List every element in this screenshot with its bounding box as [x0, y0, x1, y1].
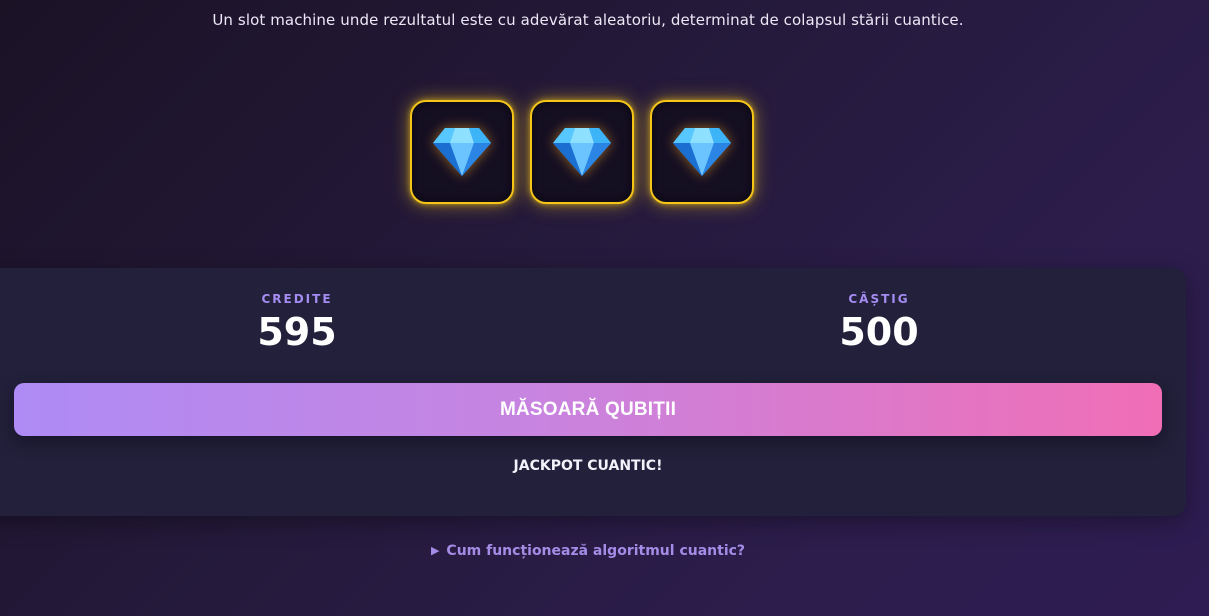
disclosure-triangle-icon: ▶	[430, 544, 440, 557]
reel-2	[530, 100, 634, 204]
diamond-icon	[433, 128, 491, 176]
control-panel: CREDITE 595 CÂȘTIG 500 MĂSOARĂ QUBIȚII J…	[0, 268, 1186, 516]
win-value: 500	[839, 310, 919, 354]
diamond-icon	[553, 128, 611, 176]
reel-1	[410, 100, 514, 204]
page-subtitle: Un slot machine unde rezultatul este cu …	[212, 11, 964, 29]
credits-value: 595	[257, 310, 337, 354]
diamond-icon	[673, 128, 731, 176]
slot-reels	[410, 100, 754, 204]
result-message: JACKPOT CUANTIC!	[513, 458, 663, 474]
credits-label: CREDITE	[261, 292, 333, 306]
win-label: CÂȘTIG	[848, 292, 910, 306]
reel-3	[650, 100, 754, 204]
measure-qubits-button[interactable]: MĂSOARĂ QUBIȚII	[14, 383, 1162, 436]
credits-stat: CREDITE 595	[197, 292, 397, 354]
algorithm-details-toggle[interactable]: ▶ Cum funcționează algoritmul cuantic?	[0, 543, 1176, 559]
algorithm-details-label: Cum funcționează algoritmul cuantic?	[446, 543, 746, 559]
win-stat: CÂȘTIG 500	[779, 292, 979, 354]
